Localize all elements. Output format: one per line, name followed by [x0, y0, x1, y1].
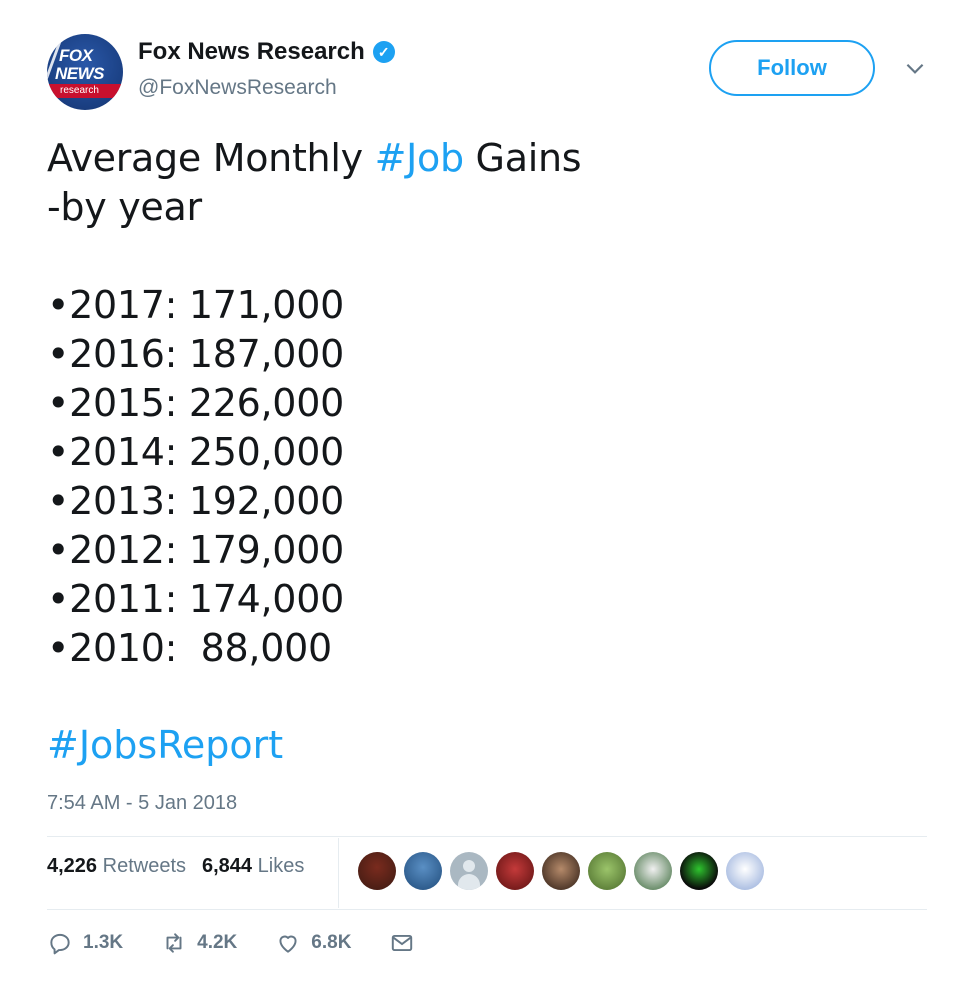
heart-icon: [279, 935, 297, 953]
likes-label: Likes: [257, 855, 305, 877]
liker-avatar[interactable]: [542, 852, 580, 890]
retweets-stat[interactable]: 4,226 Retweets: [47, 855, 186, 878]
stats-separator: [338, 838, 339, 908]
liker-avatar[interactable]: [634, 852, 672, 890]
tweet-subtitle: -by year: [47, 185, 202, 229]
retweet-count: 4.2K: [197, 932, 238, 953]
liker-avatar[interactable]: [358, 852, 396, 890]
stat-line: •2015: 226,000: [47, 381, 344, 425]
account-name[interactable]: Fox News Research: [138, 38, 365, 66]
stat-line: •2017: 171,000: [47, 283, 344, 327]
liker-avatar[interactable]: [726, 852, 764, 890]
liker-avatar[interactable]: [496, 852, 534, 890]
reply-button[interactable]: 1.3K: [47, 930, 123, 956]
verified-badge-icon: ✓: [372, 41, 395, 63]
stat-line: •2011: 174,000: [47, 577, 344, 621]
title-suffix: Gains: [463, 136, 582, 180]
avatar[interactable]: FOX NEWS research: [47, 34, 123, 110]
retweets-label: Retweets: [102, 855, 186, 877]
engagement-stats: 4,226 Retweets 6,844 Likes: [47, 855, 304, 878]
retweets-count: 4,226: [47, 855, 98, 877]
like-button[interactable]: 6.8K: [275, 930, 351, 956]
action-bar: 1.3K 4.2K 6.8K: [47, 930, 453, 956]
liker-avatars: [358, 852, 764, 890]
stat-line: •2014: 250,000: [47, 430, 344, 474]
follow-button[interactable]: Follow: [709, 40, 875, 96]
account-handle[interactable]: @FoxNewsResearch: [138, 76, 337, 100]
retweet-icon: [166, 933, 182, 953]
tweet-title: Average Monthly #Job Gains: [47, 134, 582, 183]
title-prefix: Average Monthly: [47, 136, 375, 180]
hashtag-job[interactable]: #Job: [375, 136, 465, 180]
liker-avatar[interactable]: [404, 852, 442, 890]
tweet-text: Average Monthly #Job Gains -by year •201…: [47, 134, 582, 673]
stat-line: •2013: 192,000: [47, 479, 344, 523]
stat-line: •2016: 187,000: [47, 332, 344, 376]
reply-icon: [50, 933, 70, 955]
tweet-timestamp[interactable]: 7:54 AM - 5 Jan 2018: [47, 792, 237, 815]
direct-message-button[interactable]: [389, 930, 415, 956]
like-count: 6.8K: [311, 932, 352, 953]
avatar-logo-line2: NEWS: [55, 64, 105, 83]
envelope-icon: [392, 934, 413, 952]
divider: [47, 909, 927, 910]
avatar-logo-line1: FOX: [59, 46, 93, 65]
liker-avatar[interactable]: [588, 852, 626, 890]
liker-avatar[interactable]: [680, 852, 718, 890]
hashtag-jobsreport[interactable]: #JobsReport: [47, 723, 283, 767]
avatar-logo-line3: research: [60, 85, 99, 96]
stat-line: •2012: 179,000: [47, 528, 344, 572]
stat-line: •2010: 88,000: [47, 626, 332, 670]
chevron-down-icon[interactable]: [902, 55, 928, 81]
reply-count: 1.3K: [83, 932, 124, 953]
account-name-row[interactable]: Fox News Research ✓: [138, 38, 395, 66]
likes-count: 6,844: [202, 855, 253, 877]
likes-stat[interactable]: 6,844 Likes: [202, 855, 304, 878]
divider: [47, 836, 927, 837]
liker-avatar-default[interactable]: [450, 852, 488, 890]
stat-list: •2017: 171,000 •2016: 187,000 •2015: 226…: [47, 281, 581, 673]
retweet-button[interactable]: 4.2K: [161, 930, 237, 956]
